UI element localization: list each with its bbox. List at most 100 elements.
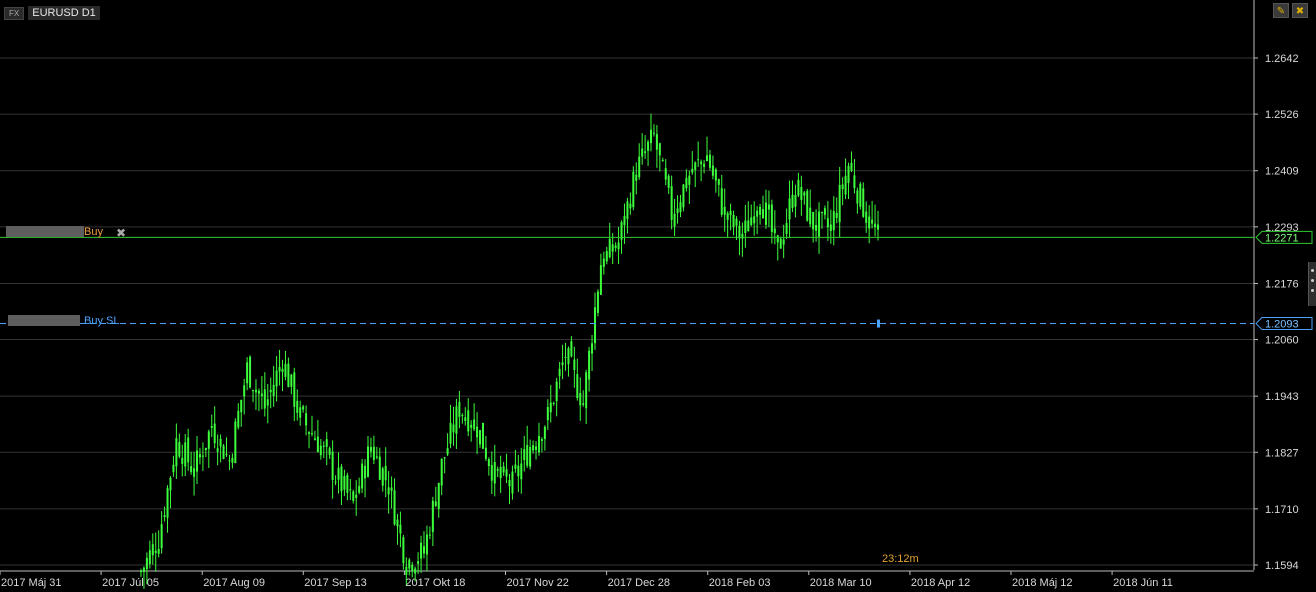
candle-body <box>190 466 193 473</box>
x-tick-label: 2017 Máj 31 <box>1 577 62 589</box>
candle-body <box>434 501 437 506</box>
candle-body <box>532 445 535 451</box>
candle-body <box>272 384 275 397</box>
candle-body <box>629 203 632 209</box>
candle-body <box>222 445 225 459</box>
candle-body <box>543 426 546 439</box>
candle-body <box>773 228 776 234</box>
sl-drag-handle[interactable] <box>877 319 880 328</box>
candle-body <box>508 480 511 487</box>
candle-body <box>652 132 655 134</box>
candle-body <box>832 211 835 231</box>
candle-body <box>260 393 263 397</box>
candle-body <box>573 359 576 370</box>
candle-body <box>499 466 502 479</box>
candle-body <box>874 223 877 228</box>
pencil-icon[interactable]: ✎ <box>1273 3 1289 18</box>
candle-body <box>871 219 874 224</box>
candle-body <box>679 202 682 213</box>
candle-body <box>375 456 378 458</box>
price-chart[interactable]: 1.26421.25261.24091.22931.21761.20601.19… <box>0 0 1316 592</box>
y-tick-label: 1.2060 <box>1265 335 1299 347</box>
candle-body <box>809 207 812 225</box>
candle-body <box>623 215 626 226</box>
candle-body <box>859 183 862 207</box>
x-tick-label: 2018 Máj 12 <box>1012 577 1073 589</box>
candle-body <box>585 372 588 409</box>
candle-body <box>794 195 797 207</box>
candle-body <box>225 453 228 455</box>
candle-body <box>169 477 172 491</box>
candle-body <box>850 162 853 171</box>
y-tick-label: 1.1710 <box>1265 504 1299 516</box>
candle-body <box>706 155 709 162</box>
x-tick-label: 2017 Okt 18 <box>405 577 465 589</box>
candle-body <box>638 156 641 178</box>
redacted-sl-info <box>8 315 80 326</box>
candle-body <box>181 457 184 464</box>
candle-body <box>549 402 552 413</box>
candle-body <box>785 222 788 234</box>
candle-body <box>257 390 260 394</box>
candle-body <box>788 198 791 220</box>
candle-body <box>219 438 222 447</box>
candle-body <box>505 469 508 477</box>
candle-body <box>243 385 246 397</box>
candle-body <box>284 363 287 377</box>
candle-body <box>160 524 163 549</box>
candle-body <box>868 216 871 229</box>
candle-body <box>452 424 455 433</box>
candle-body <box>193 468 196 477</box>
candle-body <box>437 482 440 510</box>
candle-body <box>747 220 750 232</box>
candle-body <box>355 494 358 498</box>
candle-body <box>369 447 372 452</box>
candle-body <box>449 422 452 444</box>
candle-body <box>420 542 423 559</box>
candle-body <box>797 179 800 196</box>
candle-body <box>511 471 514 494</box>
candle-body <box>667 175 670 188</box>
close-order-icon[interactable]: ✖ <box>116 226 126 240</box>
panel-handle[interactable] <box>1308 262 1316 306</box>
candle-body <box>552 402 555 404</box>
candle-body <box>331 451 334 480</box>
candle-body <box>564 356 567 358</box>
candle-body <box>602 258 605 267</box>
candle-body <box>664 168 667 180</box>
candle-body <box>514 464 517 469</box>
candle-body <box>140 570 142 573</box>
candle-body <box>658 143 661 156</box>
candle-body <box>546 407 549 421</box>
candle-body <box>254 389 257 393</box>
candle-body <box>163 515 166 518</box>
candle-body <box>440 458 443 486</box>
buy-order-label[interactable]: Buy <box>84 226 103 238</box>
candle-body <box>461 414 464 416</box>
candle-body <box>744 220 747 233</box>
buy-sl-label[interactable]: Buy SL <box>84 315 119 327</box>
x-tick-label: 2017 Júl 05 <box>102 577 159 589</box>
candle-body <box>853 175 856 189</box>
candle-body <box>207 431 210 449</box>
bar-timer: 23:12m <box>882 553 919 565</box>
candle-body <box>714 169 717 181</box>
candle-body <box>458 402 461 417</box>
candle-body <box>762 209 765 219</box>
candle-body <box>579 393 582 406</box>
candle-body <box>455 406 458 434</box>
y-tick-label: 1.1594 <box>1265 560 1299 572</box>
candle-body <box>290 374 293 387</box>
candle-body <box>305 413 308 426</box>
candle-body <box>361 463 364 489</box>
candle-body <box>591 343 594 354</box>
candle-body <box>476 426 479 438</box>
candle-body <box>791 194 794 208</box>
candle-body <box>490 465 493 481</box>
candle-body <box>402 537 405 564</box>
candle-body <box>234 421 237 464</box>
close-icon[interactable]: ✖ <box>1292 3 1308 18</box>
candle-body <box>249 356 252 388</box>
candle-body <box>717 179 720 185</box>
candle-body <box>198 454 201 458</box>
